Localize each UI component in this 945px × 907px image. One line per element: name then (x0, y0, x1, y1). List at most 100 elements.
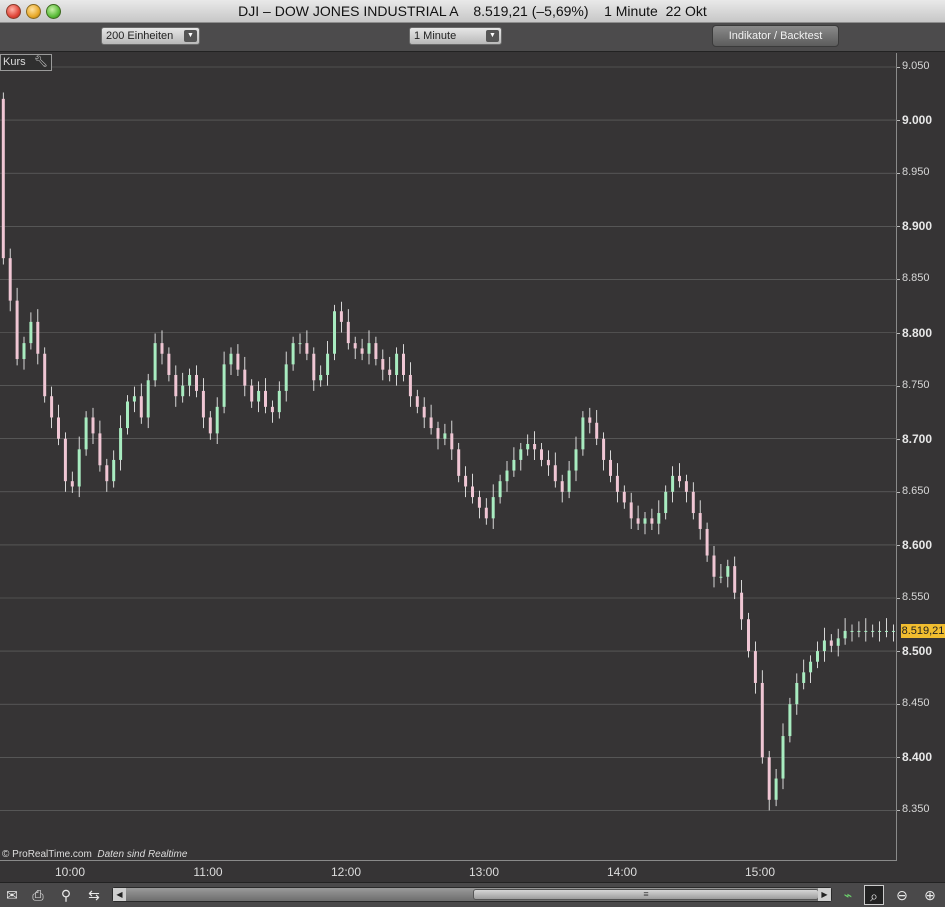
candle-body (491, 497, 495, 519)
candle-body (753, 651, 757, 683)
units-select-value: 200 Einheiten (106, 30, 174, 42)
candle-body (326, 353, 330, 375)
candle-body (374, 343, 378, 360)
candle-body (567, 470, 571, 492)
indicator-backtest-button[interactable]: Indikator / Backtest (712, 25, 839, 47)
panel-label[interactable]: Kurs 🔧︎ (0, 54, 52, 71)
candle-body (671, 475, 675, 492)
price-tick-mark (897, 279, 900, 281)
candle-body (698, 513, 702, 529)
candle-body (891, 630, 895, 632)
candle-body (188, 374, 192, 386)
mail-icon[interactable]: ✉ (2, 885, 22, 905)
candle-body (553, 465, 557, 482)
credit-site: © ProRealTime.com (2, 849, 92, 860)
price-axis: 9.050 9.000 8.950 8.900 8.850 8.800 8.750 8.700… (897, 53, 945, 861)
candle-body (408, 374, 412, 397)
candle-body (195, 374, 198, 391)
candle-body (684, 481, 688, 492)
time-scrollbar[interactable]: ◀ ≡ ▶ (112, 887, 832, 902)
candle-body (1, 98, 5, 259)
price-tick-label: 9.050 (902, 60, 930, 72)
binoculars-icon[interactable]: ⚲ (56, 885, 76, 905)
candle-body (719, 576, 723, 578)
candle-body (705, 528, 709, 556)
chart-toolbar: 200 Einheiten ▼ 1 Minute ▼ Indikator / B… (0, 23, 945, 52)
candle-body (519, 449, 523, 460)
candle-body (174, 374, 178, 397)
zoom-in-icon[interactable]: ⊕ (920, 885, 940, 905)
candle-body (291, 343, 295, 365)
scrollbar-thumb[interactable]: ≡ (473, 889, 819, 900)
candle-body (77, 449, 81, 487)
price-chart-canvas (0, 66, 897, 811)
scroll-right-arrow-icon[interactable]: ▶ (818, 888, 831, 901)
time-axis: 10:00 11:00 12:00 13:00 14:00 15:00 (0, 862, 897, 882)
bottom-toolbar: ✉ ⎙ ⚲ ⇆ ◀ ≡ ▶ ⌁ ⌕ ⊖ ⊕ (0, 882, 945, 907)
export-icon[interactable]: ⇆ (84, 885, 104, 905)
candle-body (740, 592, 744, 620)
candle-body (105, 465, 109, 482)
candle-body (429, 417, 433, 429)
candle-body (615, 475, 619, 492)
candle-body (339, 311, 343, 322)
price-tick-label: 8.500 (902, 644, 933, 659)
chevron-down-icon: ▼ (184, 30, 197, 42)
candle-body (201, 390, 205, 418)
candle-body (477, 497, 481, 508)
price-tick-label: 8.700 (902, 431, 933, 446)
candle-body (139, 396, 143, 418)
candle-body (208, 417, 212, 434)
interval-select-value: 1 Minute (414, 30, 457, 42)
candle-body (70, 481, 74, 487)
candle-body (29, 321, 33, 344)
candle-body (312, 353, 316, 381)
candle-body (878, 630, 882, 632)
price-tick-mark (897, 67, 900, 68)
units-select[interactable]: 200 Einheiten ▼ (101, 27, 200, 45)
candle-body (560, 481, 564, 492)
candle-body (243, 369, 247, 386)
price-tick-mark (897, 120, 900, 122)
candle-body (333, 311, 336, 354)
candle-body (367, 343, 371, 354)
candle-body (395, 353, 399, 375)
candle-body (691, 491, 695, 514)
candle-body (505, 470, 509, 482)
chevron-down-icon: ▼ (486, 30, 499, 42)
time-tick-label: 14:00 (606, 865, 638, 879)
candle-body (595, 422, 599, 439)
candle-body (864, 630, 868, 632)
price-tick-label: 9.000 (902, 113, 933, 128)
candle-body (622, 491, 626, 503)
price-chart[interactable] (0, 53, 897, 861)
credit-note: Daten sind Realtime (97, 849, 188, 860)
candle-body (15, 300, 19, 360)
candle-body (533, 444, 537, 450)
candle-body (498, 481, 502, 498)
candle-body (484, 507, 488, 519)
candle-body (822, 640, 826, 652)
candle-body (146, 380, 150, 418)
chart-tool-icon[interactable]: ⌁ (838, 885, 858, 905)
candle-body (871, 630, 875, 632)
candle-body (360, 348, 364, 354)
interval-select[interactable]: 1 Minute ▼ (409, 27, 502, 45)
zoom-select-icon[interactable]: ⌕ (864, 885, 884, 905)
candle-body (733, 566, 737, 593)
candle-body (443, 433, 447, 439)
wrench-icon[interactable]: 🔧︎ (34, 55, 48, 68)
candle-body (112, 459, 116, 482)
print-icon[interactable]: ⎙ (28, 885, 48, 905)
time-tick-label: 12:00 (330, 865, 362, 879)
candle-body (126, 401, 129, 429)
candle-body (526, 444, 530, 450)
candle-body (678, 475, 681, 482)
scroll-left-arrow-icon[interactable]: ◀ (113, 888, 126, 901)
price-tick-label: 8.800 (902, 325, 933, 340)
candle-body (781, 736, 785, 779)
zoom-out-icon[interactable]: ⊖ (892, 885, 912, 905)
current-price-tag: 8.519,21 (901, 623, 945, 638)
candle-body (664, 491, 668, 514)
candle-body (132, 396, 136, 402)
